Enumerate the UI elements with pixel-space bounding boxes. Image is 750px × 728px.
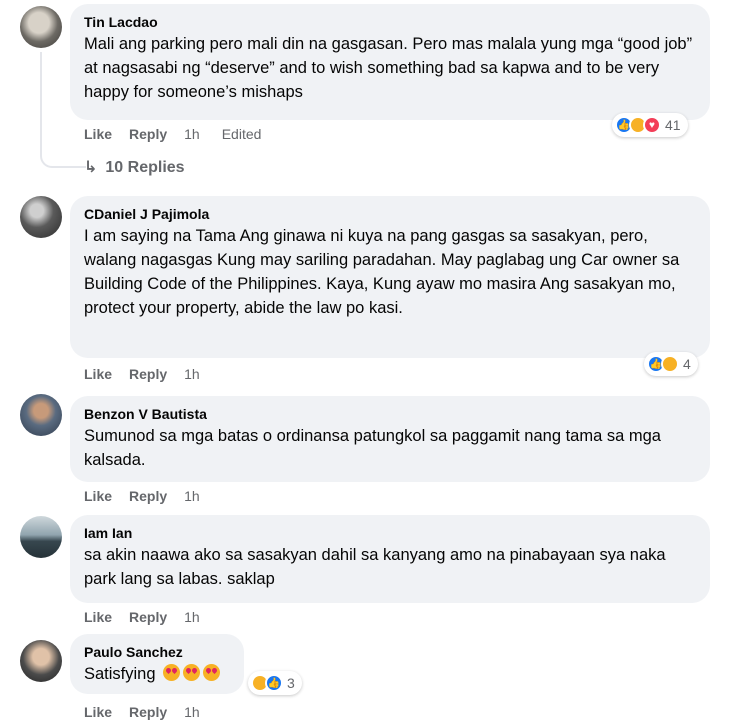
reaction-summary[interactable]: 👍 ♥ 41	[612, 113, 688, 137]
comment-bubble: CDaniel J Pajimola I am saying na Tama A…	[70, 196, 710, 358]
comment-author[interactable]: Iam Ian	[84, 524, 696, 543]
reaction-summary[interactable]: 👍 3	[248, 671, 302, 695]
comment-timestamp[interactable]: 1h	[184, 609, 200, 625]
comment-text: sa akin naawa ako sa sasakyan dahil sa k…	[84, 546, 666, 588]
comment-text: Satisfying	[84, 662, 230, 686]
reply-button[interactable]: Reply	[129, 126, 167, 142]
comment-timestamp[interactable]: 1h	[184, 488, 200, 504]
comment-author[interactable]: Paulo Sanchez	[84, 643, 230, 662]
comment-actions: Like Reply 1h	[84, 366, 222, 382]
reaction-count: 4	[683, 356, 691, 372]
avatar[interactable]	[20, 640, 62, 682]
comment-text-content: Satisfying	[84, 665, 156, 683]
heart-eyes-emoji-icon	[203, 664, 221, 681]
comment-text: Mali ang parking pero mali din na gasgas…	[84, 35, 693, 101]
comment-bubble: Paulo Sanchez Satisfying	[70, 634, 244, 694]
comment-timestamp[interactable]: 1h	[184, 126, 200, 142]
reaction-summary[interactable]: 👍 4	[644, 352, 698, 376]
reply-arrow-icon: ↳	[84, 159, 98, 176]
reply-button[interactable]: Reply	[129, 609, 167, 625]
laughing-face-icon	[661, 355, 679, 373]
comment-timestamp[interactable]: 1h	[184, 704, 200, 720]
view-replies-link[interactable]: ↳ 10 Replies	[84, 157, 185, 177]
comment-actions: Like Reply 1h	[84, 609, 222, 625]
avatar[interactable]	[20, 196, 62, 238]
comment-actions: Like Reply 1h	[84, 704, 222, 720]
like-button[interactable]: Like	[84, 366, 112, 382]
comment-actions: Like Reply 1h	[84, 488, 222, 504]
comment-bubble: Iam Ian sa akin naawa ako sa sasakyan da…	[70, 515, 710, 603]
comment-bubble: Tin Lacdao Mali ang parking pero mali di…	[70, 4, 710, 120]
like-button[interactable]: Like	[84, 488, 112, 504]
like-button[interactable]: Like	[84, 704, 112, 720]
like-button[interactable]: Like	[84, 609, 112, 625]
heart-icon: ♥	[643, 116, 661, 134]
comment-actions: Like Reply 1h Edited	[84, 126, 261, 142]
edited-label: Edited	[221, 126, 262, 142]
avatar[interactable]	[20, 516, 62, 558]
reaction-count: 3	[287, 675, 295, 691]
like-button[interactable]: Like	[84, 126, 112, 142]
reaction-count: 41	[665, 117, 681, 133]
reply-button[interactable]: Reply	[129, 366, 167, 382]
replies-label: 10 Replies	[105, 159, 185, 176]
reply-button[interactable]: Reply	[129, 704, 167, 720]
comment-author[interactable]: CDaniel J Pajimola	[84, 205, 696, 224]
heart-eyes-emoji-icon	[183, 664, 201, 681]
thumbs-up-icon: 👍	[265, 674, 283, 692]
comment-bubble: Benzon V Bautista Sumunod sa mga batas o…	[70, 396, 710, 482]
comment-timestamp[interactable]: 1h	[184, 366, 200, 382]
comment-author[interactable]: Benzon V Bautista	[84, 405, 696, 424]
comment-text: I am saying na Tama Ang ginawa ni kuya n…	[84, 227, 680, 317]
reply-button[interactable]: Reply	[129, 488, 167, 504]
avatar[interactable]	[20, 6, 62, 48]
avatar[interactable]	[20, 394, 62, 436]
comment-text: Sumunod sa mga batas o ordinansa patungk…	[84, 427, 661, 469]
comment-author[interactable]: Tin Lacdao	[84, 13, 696, 32]
heart-eyes-emoji-icon	[163, 664, 181, 681]
